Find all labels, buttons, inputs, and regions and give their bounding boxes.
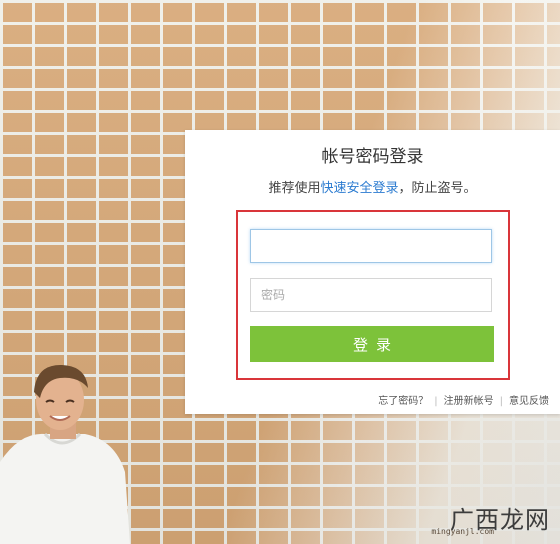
register-link[interactable]: 注册新帐号 <box>444 396 494 407</box>
watermark-url: mingyanjl.com <box>431 527 494 536</box>
forgot-password-link[interactable]: 忘了密码？ <box>378 396 428 407</box>
person-photo <box>0 364 130 544</box>
login-subtitle: 推荐使用快速安全登录，防止盗号。 <box>185 177 560 196</box>
login-button[interactable]: 登录 <box>250 326 494 362</box>
subtitle-prefix: 推荐使用 <box>268 181 321 196</box>
login-card: 帐号密码登录 推荐使用快速安全登录，防止盗号。 登录 忘了密码？ | 注册新帐号 | 意… <box>185 130 560 414</box>
footer-links: 忘了密码？ | 注册新帐号 | 意见反馈 <box>378 392 549 407</box>
password-input[interactable] <box>250 278 492 312</box>
subtitle-suffix: ，防止盗号。 <box>398 181 477 196</box>
username-input[interactable] <box>250 229 492 263</box>
quick-login-link[interactable]: 快速安全登录 <box>320 181 398 196</box>
link-separator: | <box>434 396 438 407</box>
link-separator: | <box>499 396 503 407</box>
login-title: 帐号密码登录 <box>321 147 424 167</box>
feedback-link[interactable]: 意见反馈 <box>509 396 549 407</box>
